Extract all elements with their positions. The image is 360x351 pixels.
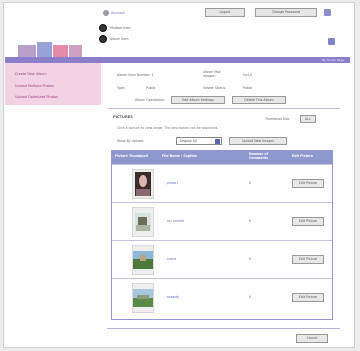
photo-thumbnail[interactable] <box>132 283 154 313</box>
table-row: my picture 0 Edit Picture <box>112 202 332 240</box>
thumbnail-size-label: Thumbnail Size <box>265 117 290 121</box>
column-header: Number of Comments <box>249 152 269 160</box>
table-row: photo1 0 Edit Picture <box>112 164 332 202</box>
change-password-button[interactable]: Change Password <box>255 8 317 17</box>
instruction-text: Click a picture to view larger. The desc… <box>117 126 219 130</box>
account-link[interactable]: Account <box>111 11 125 15</box>
legend-item: Album Item <box>99 35 179 43</box>
sort-label: Show By Upload: <box>117 139 144 143</box>
edit-album-button[interactable]: Edit Album Settings <box>171 96 225 104</box>
cancel-button[interactable]: Cancel <box>296 334 328 343</box>
upload-images-button[interactable]: Upload New Images <box>229 137 287 145</box>
comment-count: 0 <box>249 219 252 223</box>
column-header: Edit Picture <box>292 154 314 158</box>
viewer-status-label: Viewer Status: <box>203 86 227 90</box>
operations-label: Album Operations: <box>135 98 165 102</box>
table-header: Picture Thumbnail File Name / Caption Nu… <box>112 151 332 164</box>
legend-item: Mailbox Item <box>99 24 179 32</box>
sort-select-value: Display All <box>180 139 197 143</box>
comment-count: 0 <box>249 257 252 261</box>
edit-picture-button[interactable]: Edit Picture <box>292 255 324 264</box>
legend-label: Album Item <box>110 37 129 41</box>
logout-button[interactable]: Logout <box>205 8 245 17</box>
picture-link[interactable]: my picture <box>167 219 184 223</box>
column-header: Picture Thumbnail <box>115 154 148 158</box>
home-page-link[interactable]: My Home Page <box>322 58 344 62</box>
sort-select[interactable]: Display All <box>176 137 222 145</box>
type-label: Type: <box>117 86 126 90</box>
album-icon <box>99 35 107 43</box>
viewer-status-value: Public <box>243 86 253 90</box>
edit-picture-button[interactable]: Edit Picture <box>292 217 324 226</box>
comment-count: 0 <box>249 295 252 299</box>
edit-picture-button[interactable]: Edit Picture <box>292 179 324 188</box>
divider <box>107 108 340 109</box>
picture-link[interactable]: scene <box>167 257 176 261</box>
delete-album-button[interactable]: Delete This Album <box>232 96 286 104</box>
user-icon <box>103 10 109 16</box>
size-value: Inc10 <box>243 73 252 77</box>
size-label: Album Max Images: <box>203 70 221 78</box>
edit-picture-button[interactable]: Edit Picture <box>292 293 324 302</box>
sidebar-item-upload-optimized[interactable]: Upload Optimized Photos <box>15 95 58 99</box>
legend: Mailbox Item Album Item <box>99 24 179 46</box>
chevron-down-icon <box>215 139 220 144</box>
picture-link[interactable]: seaside <box>167 295 179 299</box>
album-number-label: Album Num Number: 1 <box>117 73 154 77</box>
divider <box>107 328 340 329</box>
section-title: PICTURES <box>113 115 133 119</box>
type-value: Public <box>146 86 156 90</box>
sidebar-item-upload-multiple[interactable]: Upload Multiple Photos <box>15 84 54 88</box>
picture-link[interactable]: photo1 <box>167 181 178 185</box>
mailbox-icon <box>99 24 107 32</box>
sidebar: Create New Album Upload Multiple Photos … <box>5 63 101 105</box>
comment-count: 0 <box>249 181 252 185</box>
table-row: seaside 0 Edit Picture <box>112 278 332 316</box>
thumbnail-size-button[interactable]: ALL <box>300 115 316 123</box>
help-icon[interactable] <box>324 9 331 16</box>
top-bar: Account Logout Change Password <box>95 8 345 18</box>
pictures-table: Picture Thumbnail File Name / Caption Nu… <box>111 150 333 320</box>
table-row: scene 0 Edit Picture <box>112 240 332 278</box>
photo-thumbnail[interactable] <box>132 207 154 237</box>
sidebar-item-create-album[interactable]: Create New Album <box>15 72 47 76</box>
settings-icon[interactable] <box>328 38 335 45</box>
column-header: File Name / Caption <box>162 154 198 158</box>
photo-thumbnail[interactable] <box>132 169 154 199</box>
photo-thumbnail[interactable] <box>132 245 154 275</box>
legend-label: Mailbox Item <box>110 26 131 30</box>
